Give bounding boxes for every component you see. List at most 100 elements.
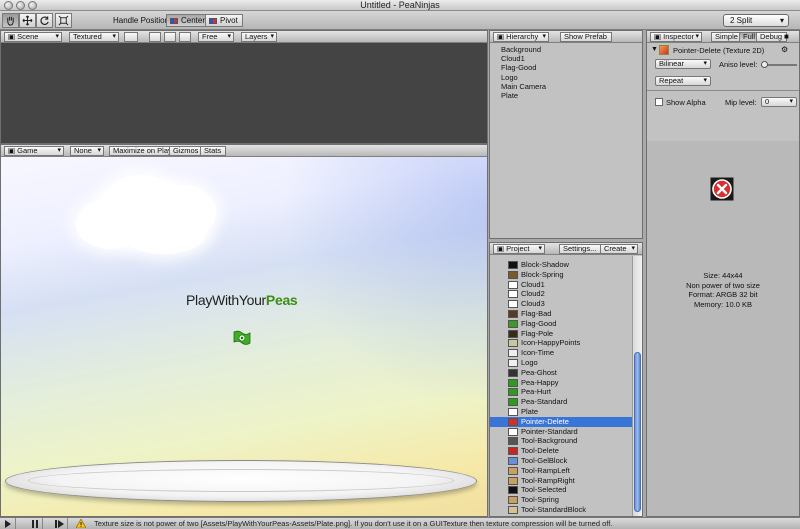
project-asset-item[interactable]: Tool-GelBlock <box>490 456 632 466</box>
project-asset-item[interactable]: Flag-Pole <box>490 329 632 339</box>
scene-viewport[interactable] <box>1 43 487 143</box>
project-create-dropdown[interactable]: Create <box>600 244 638 254</box>
project-asset-label: Pea-Standard <box>521 397 568 407</box>
scale-tool-button[interactable] <box>55 13 72 28</box>
project-asset-item[interactable]: Pointer-Standard <box>490 427 632 437</box>
rotate-tool-button[interactable] <box>36 13 53 28</box>
project-asset-item[interactable]: Pea-Happy <box>490 378 632 388</box>
project-asset-label: Tool-Background <box>521 436 578 446</box>
rotate-icon <box>40 16 49 25</box>
inspector-tab[interactable]: ▣ Inspector <box>650 32 702 42</box>
show-alpha-checkbox[interactable] <box>655 98 663 106</box>
scene-lighting-toggle[interactable] <box>124 32 138 42</box>
project-asset-item[interactable]: Cloud1 <box>490 280 632 290</box>
project-asset-item[interactable]: Flag-Good <box>490 319 632 329</box>
layers-dropdown[interactable]: Layers <box>241 32 277 42</box>
project-asset-label: Pointer-Standard <box>521 426 578 436</box>
wrap-mode-dropdown[interactable]: Repeat <box>655 76 711 86</box>
project-asset-item[interactable]: Plate <box>490 407 632 417</box>
project-asset-item[interactable]: Cloud3 <box>490 299 632 309</box>
project-scroll-thumb[interactable] <box>634 352 641 512</box>
game-panel: ▣ Game None Maximize on Play Gizmos Stat… <box>0 144 488 517</box>
project-asset-item[interactable]: Tool-Selected <box>490 485 632 495</box>
move-tool-button[interactable] <box>19 13 36 28</box>
hierarchy-item[interactable]: Logo <box>490 73 642 82</box>
project-asset-item[interactable]: Flag-Bad <box>490 309 632 319</box>
aspect-label: None <box>74 146 92 155</box>
step-button[interactable] <box>52 518 68 529</box>
project-asset-item[interactable]: Logo <box>490 358 632 368</box>
project-asset-label: Tool-Selected <box>521 485 567 495</box>
pivot-toggle-button[interactable]: Pivot <box>205 14 243 27</box>
stats-button[interactable]: Stats <box>200 146 227 156</box>
hierarchy-item[interactable]: Cloud1 <box>490 54 642 63</box>
project-asset-item[interactable]: Tool-StandardBlock <box>490 505 632 515</box>
play-button[interactable] <box>0 518 16 529</box>
asset-thumbnail-icon <box>508 447 518 456</box>
aniso-slider-thumb[interactable] <box>761 61 768 68</box>
inspector-lock-icon[interactable]: ■ <box>784 32 789 41</box>
layout-dropdown[interactable]: 2 Split ▾ <box>723 14 789 27</box>
asset-thumbnail-icon <box>508 329 518 338</box>
project-asset-item[interactable]: Pointer-Delete <box>490 416 632 427</box>
project-asset-item[interactable]: Pea-Hurt <box>490 387 632 397</box>
render-mode-dropdown[interactable]: Textured <box>69 32 119 42</box>
filter-mode-dropdown[interactable]: Bilinear <box>655 59 711 69</box>
hierarchy-tab[interactable]: ▣ Hierarchy <box>493 32 549 42</box>
center-pivot-icon <box>170 18 178 24</box>
project-asset-item[interactable]: Tool-RampRight <box>490 476 632 486</box>
hierarchy-item[interactable]: Main Camera <box>490 82 642 91</box>
hierarchy-tab-icon: ▣ <box>497 32 507 41</box>
scene-audio-icon[interactable] <box>179 32 191 42</box>
hierarchy-item[interactable]: Flag-Good <box>490 63 642 72</box>
maximize-on-play-label: Maximize on Play <box>113 146 172 155</box>
scene-panel-bar: ▣ Scene Textured Free Layers <box>1 31 487 43</box>
show-prefab-button[interactable]: Show Prefab <box>560 32 612 42</box>
project-asset-item[interactable]: Tool-RampLeft <box>490 466 632 476</box>
mip-level-value: 0 <box>765 97 770 106</box>
scene-image-icon[interactable] <box>164 32 176 42</box>
center-toggle-button[interactable]: Center <box>166 14 211 27</box>
pause-icon <box>31 519 38 528</box>
pause-button[interactable] <box>27 518 43 529</box>
component-gear-icon[interactable]: ⚙ <box>781 45 788 54</box>
warning-icon <box>76 519 86 528</box>
camera-mode-dropdown[interactable]: Free <box>198 32 234 42</box>
project-asset-label: Plate <box>521 406 539 416</box>
project-asset-item[interactable]: Tool-Spring <box>490 495 632 505</box>
game-tab[interactable]: ▣ Game <box>4 146 64 156</box>
inspector-tab-icon: ▣ <box>654 32 664 41</box>
project-asset-item[interactable]: Icon-Time <box>490 348 632 358</box>
scene-light-icon[interactable] <box>149 32 161 42</box>
inspector-debug-button[interactable]: Debug <box>756 32 788 42</box>
hand-tool-button[interactable] <box>2 13 19 28</box>
gizmos-button[interactable]: Gizmos <box>169 146 204 156</box>
project-asset-item[interactable]: Block-Shadow <box>490 260 632 270</box>
game-viewport[interactable]: PlayWithYourPeas <box>1 157 487 516</box>
project-tab[interactable]: ▣ Project <box>493 244 545 254</box>
foldout-arrow-icon[interactable]: ▼ <box>651 46 658 53</box>
show-prefab-label: Show Prefab <box>564 32 607 41</box>
mip-level-dropdown[interactable]: 0 <box>761 97 797 107</box>
hierarchy-item[interactable]: Background <box>490 45 642 54</box>
aniso-level-slider[interactable] <box>761 61 797 68</box>
maximize-on-play-button[interactable]: Maximize on Play <box>109 146 177 156</box>
project-settings-button[interactable]: Settings... <box>559 244 602 254</box>
play-icon <box>4 519 11 528</box>
project-asset-label: Flag-Pole <box>521 328 554 338</box>
project-asset-item[interactable]: Tool-Background <box>490 436 632 446</box>
inspector-panel-bar: ▣ Inspector Simple Full Debug ■ <box>647 31 799 43</box>
project-scrollbar[interactable] <box>632 256 642 516</box>
aspect-dropdown[interactable]: None <box>70 146 104 156</box>
asset-thumbnail-icon <box>508 437 518 446</box>
hierarchy-item[interactable]: Plate <box>490 91 642 100</box>
project-asset-item[interactable]: Block-Spring <box>490 270 632 280</box>
project-asset-item[interactable]: Tool-Delete <box>490 446 632 456</box>
project-asset-item[interactable]: Icon-HappyPoints <box>490 338 632 348</box>
scene-tab[interactable]: ▣ Scene <box>4 32 62 42</box>
project-asset-item[interactable]: Pea-Ghost <box>490 368 632 378</box>
project-asset-item[interactable]: Cloud2 <box>490 289 632 299</box>
project-asset-item[interactable]: Pea-Standard <box>490 397 632 407</box>
project-asset-label: Flag-Good <box>521 318 557 328</box>
texture-npot-text: Non power of two size <box>686 280 760 290</box>
